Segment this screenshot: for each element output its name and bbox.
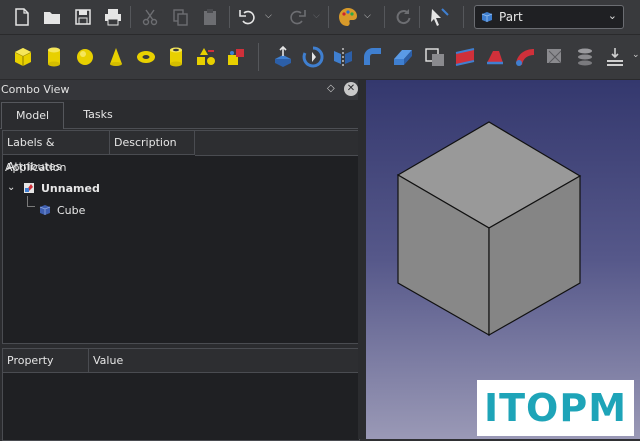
toolbar-separator	[258, 43, 259, 71]
box-icon[interactable]	[11, 45, 35, 69]
combo-view-title: Combo View	[1, 83, 70, 96]
cylinder-icon[interactable]	[42, 45, 66, 69]
column-header-property[interactable]: Property	[3, 349, 89, 373]
tab-model[interactable]: Model	[1, 102, 64, 129]
tree-root-label: Application	[5, 161, 67, 174]
toolbar-separator	[419, 6, 420, 28]
column-header-description[interactable]: Description	[110, 131, 195, 155]
workbench-selector[interactable]: Part ⌄	[474, 5, 624, 29]
cube-icon	[39, 204, 51, 216]
part-toolbar: ⌄	[0, 35, 640, 80]
toolbar-separator	[130, 6, 131, 28]
cone-icon[interactable]	[104, 45, 128, 69]
toolbar-separator	[463, 6, 464, 28]
undo-icon[interactable]	[238, 7, 258, 27]
watermark-text: ITOPM	[483, 386, 628, 430]
document-icon	[23, 182, 35, 194]
fillet-icon[interactable]	[361, 45, 385, 69]
sphere-icon[interactable]	[73, 45, 97, 69]
open-folder-icon[interactable]	[42, 7, 62, 27]
tree-item-document[interactable]: Unnamed	[41, 182, 100, 195]
toolbar-separator	[328, 6, 329, 28]
mirror-icon[interactable]	[331, 45, 355, 69]
revolve-icon[interactable]	[301, 45, 325, 69]
expand-arrow-icon[interactable]: ⌄	[7, 182, 15, 193]
tube-icon[interactable]	[164, 45, 188, 69]
toolbar-overflow-icon[interactable]: ⌄	[632, 50, 640, 60]
part-workbench-icon	[481, 12, 493, 22]
macro-dropdown-icon[interactable]: ⌵	[364, 11, 371, 21]
chevron-down-icon: ⌄	[607, 9, 617, 22]
column-header-value[interactable]: Value	[89, 349, 359, 373]
property-view: Property Value	[2, 348, 360, 441]
tree-branch-line	[27, 206, 35, 207]
watermark-logo: ITOPM	[477, 380, 634, 436]
whats-this-icon[interactable]	[428, 6, 450, 28]
torus-icon[interactable]	[134, 45, 158, 69]
workbench-label: Part	[499, 10, 523, 24]
tab-tasks[interactable]: Tasks	[64, 102, 132, 128]
shape-builder-icon[interactable]	[224, 45, 248, 69]
panel-splitter[interactable]	[358, 80, 366, 439]
extrude-icon[interactable]	[271, 45, 295, 69]
column-header-labels[interactable]: Labels & Attributes	[3, 131, 110, 173]
float-dock-icon[interactable]: ◇	[327, 83, 335, 94]
tree-branch-line	[27, 196, 28, 206]
combo-view-tabs: Model Tasks	[0, 102, 366, 129]
toolbar-separator	[384, 6, 385, 28]
redo-icon[interactable]	[287, 7, 307, 27]
column-header-filler	[195, 131, 359, 156]
macro-palette-icon[interactable]	[337, 6, 359, 28]
combo-view-titlebar: Combo View ◇ ✕	[0, 80, 366, 100]
new-document-icon[interactable]	[12, 7, 32, 27]
section-icon[interactable]	[543, 45, 567, 69]
chamfer-icon[interactable]	[391, 45, 415, 69]
undo-dropdown-icon[interactable]: ⌵	[265, 11, 272, 21]
cross-sections-icon[interactable]	[573, 45, 597, 69]
save-icon[interactable]	[73, 7, 93, 27]
close-icon[interactable]: ✕	[344, 82, 358, 96]
offset-icon[interactable]	[603, 45, 627, 69]
toolbar-separator	[229, 6, 230, 28]
tree-item-cube[interactable]: Cube	[57, 204, 85, 217]
cut-icon[interactable]	[140, 7, 160, 27]
print-icon[interactable]	[103, 7, 123, 27]
refresh-icon[interactable]	[393, 7, 413, 27]
copy-icon[interactable]	[170, 7, 190, 27]
model-tree: Labels & Attributes Description Applicat…	[2, 130, 360, 344]
paste-icon[interactable]	[200, 7, 220, 27]
make-face-icon[interactable]	[423, 45, 447, 69]
redo-dropdown-icon[interactable]: ⌵	[313, 11, 320, 21]
primitives-icon[interactable]	[194, 45, 218, 69]
ruled-surface-icon[interactable]	[453, 45, 477, 69]
loft-icon[interactable]	[483, 45, 507, 69]
combo-view-panel: Combo View ◇ ✕ Model Tasks Labels & Attr…	[0, 80, 366, 441]
main-toolbar: ⌵ ⌵ ⌵ Part ⌄	[0, 0, 640, 35]
sweep-icon[interactable]	[513, 45, 537, 69]
